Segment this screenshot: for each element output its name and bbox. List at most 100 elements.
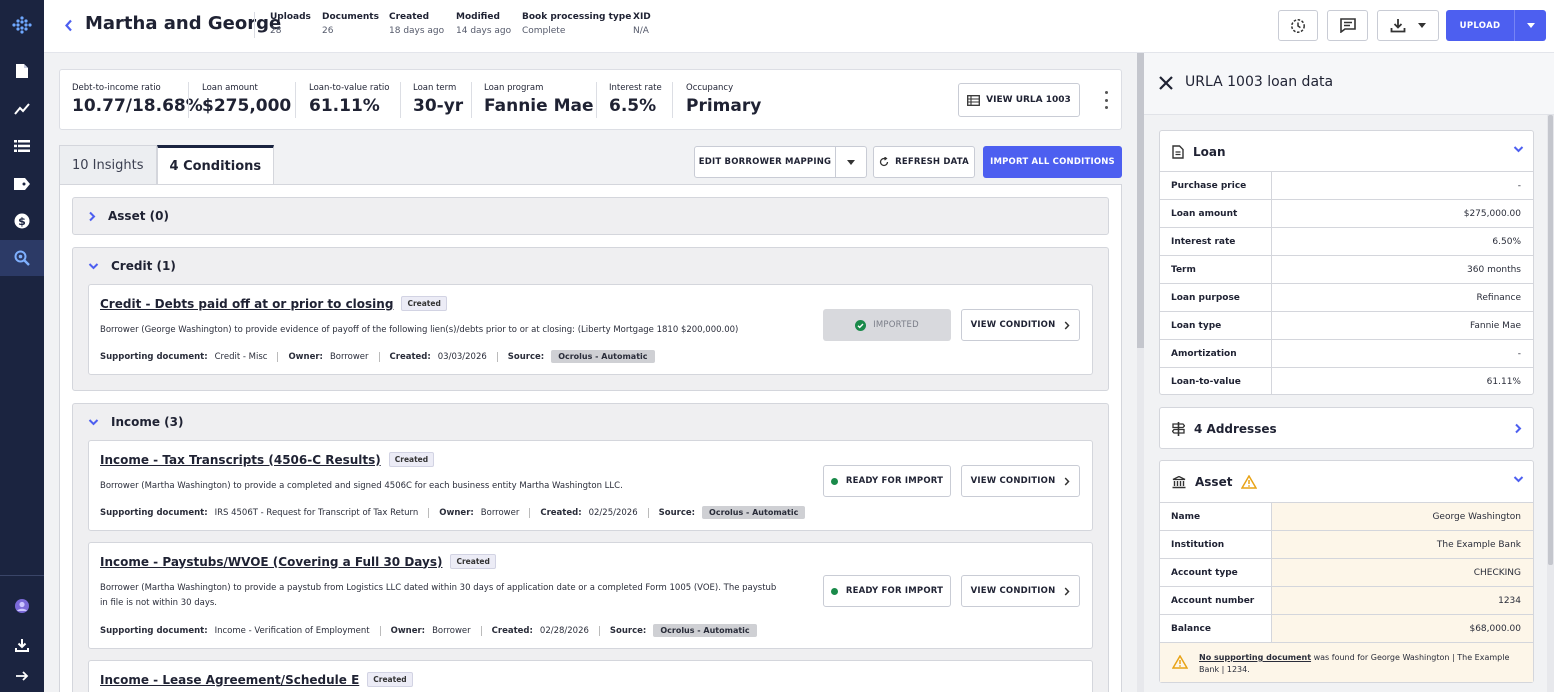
history-button[interactable] bbox=[1278, 10, 1318, 41]
refresh-data-button[interactable]: REFRESH DATA bbox=[873, 146, 975, 178]
urla-panel-scrollbar[interactable] bbox=[1547, 115, 1554, 692]
row-label: Term bbox=[1160, 256, 1272, 283]
condition-title-link[interactable]: Income - Lease Agreement/Schedule E bbox=[100, 673, 359, 687]
clock-icon bbox=[1291, 18, 1305, 33]
condition-title-link[interactable]: Income - Tax Transcripts (4506-C Results… bbox=[100, 453, 381, 467]
row-label: Balance bbox=[1160, 615, 1272, 642]
status-badge: Created bbox=[367, 672, 413, 687]
asset-row: Name George Washington bbox=[1160, 502, 1533, 530]
edit-mapping-dropdown-button[interactable] bbox=[835, 146, 867, 178]
meta-value: 26 bbox=[322, 26, 334, 36]
owner-label: Owner: bbox=[390, 625, 426, 636]
meta-value: N/A bbox=[633, 26, 649, 36]
loan-row: Loan purpose Refinance bbox=[1160, 283, 1533, 311]
meta-divider bbox=[378, 351, 380, 362]
meta-xid: XID N/A bbox=[633, 12, 651, 36]
metric-ltv: Loan-to-value ratio 61.11% bbox=[309, 83, 390, 116]
addresses-section[interactable]: 4 Addresses bbox=[1159, 407, 1534, 449]
supporting-doc-value: Income - Verification of Employment bbox=[214, 625, 370, 636]
view-condition-button[interactable]: VIEW CONDITION bbox=[961, 465, 1080, 497]
supporting-doc-label: Supporting document: bbox=[100, 351, 208, 362]
loan-section-header[interactable]: Loan bbox=[1160, 131, 1533, 173]
tag-icon[interactable] bbox=[0, 166, 44, 202]
check-circle-icon bbox=[855, 319, 867, 331]
meta-value: Complete bbox=[522, 26, 566, 36]
row-label: Purchase price bbox=[1160, 172, 1272, 199]
upload-button-group: UPLOAD bbox=[1446, 10, 1546, 41]
edit-borrower-mapping-button[interactable]: EDIT BORROWER MAPPING bbox=[694, 146, 836, 178]
view-condition-label: VIEW CONDITION bbox=[970, 476, 1056, 486]
ready-for-import-button[interactable]: READY FOR IMPORT bbox=[823, 575, 951, 607]
metric-value: 10.77/18.68% bbox=[72, 96, 203, 116]
view-condition-button[interactable]: VIEW CONDITION bbox=[961, 309, 1080, 341]
meta-label: Uploads bbox=[270, 12, 311, 22]
more-options-icon[interactable] bbox=[1101, 91, 1111, 109]
created-value: 02/25/2026 bbox=[588, 507, 638, 518]
urla-panel-header: URLA 1003 loan data bbox=[1144, 53, 1554, 115]
status-label: READY FOR IMPORT bbox=[845, 586, 944, 596]
close-icon[interactable] bbox=[1158, 75, 1174, 91]
metric-divider bbox=[400, 82, 401, 118]
row-label: Account number bbox=[1160, 587, 1272, 614]
asset-section: Asset Name George Washington Institution T… bbox=[1159, 460, 1534, 683]
view-condition-button[interactable]: VIEW CONDITION bbox=[961, 575, 1080, 607]
created-label: Created: bbox=[389, 351, 431, 362]
group-label: Asset (0) bbox=[108, 209, 169, 223]
upload-button[interactable]: UPLOAD bbox=[1446, 10, 1514, 41]
main-content: Debt-to-income ratio 10.77/18.68% Loan am… bbox=[44, 53, 1137, 692]
caret-down-icon bbox=[1418, 23, 1426, 28]
chart-line-icon[interactable] bbox=[0, 91, 44, 127]
group-header[interactable]: Asset (0) bbox=[73, 198, 169, 234]
meta-label: Created bbox=[389, 12, 430, 22]
refresh-data-label: REFRESH DATA bbox=[895, 157, 969, 167]
asset-section-header[interactable]: Asset bbox=[1160, 461, 1533, 503]
download-menu-button[interactable] bbox=[1377, 10, 1439, 41]
metric-label: Debt-to-income ratio bbox=[72, 83, 161, 93]
asset-warning: No supporting document was found for Geo… bbox=[1160, 642, 1533, 682]
search-icon[interactable] bbox=[0, 240, 44, 276]
meta-label: Book processing type bbox=[522, 12, 632, 22]
loan-row: Loan amount $275,000.00 bbox=[1160, 199, 1533, 227]
condition-title-link[interactable]: Income - Paystubs/WVOE (Covering a Full … bbox=[100, 555, 442, 569]
user-icon[interactable] bbox=[0, 588, 44, 624]
condition-title-link[interactable]: Credit - Debts paid off at or prior to c… bbox=[100, 297, 393, 311]
addresses-section-header[interactable]: 4 Addresses bbox=[1160, 408, 1533, 450]
signpost-icon bbox=[1172, 422, 1185, 436]
created-value: 02/28/2026 bbox=[539, 625, 589, 636]
condition-title-row: Credit - Debts paid off at or prior to c… bbox=[100, 296, 447, 311]
ready-for-import-button[interactable]: READY FOR IMPORT bbox=[823, 465, 951, 497]
chevron-right-icon bbox=[1515, 423, 1522, 434]
metric-divider bbox=[672, 82, 673, 118]
row-value: 61.11% bbox=[1486, 376, 1521, 387]
meta-label: Documents bbox=[322, 12, 379, 22]
asset-row: Account number 1234 bbox=[1160, 586, 1533, 614]
row-value: - bbox=[1517, 180, 1521, 191]
dollar-icon[interactable]: $ bbox=[0, 203, 44, 239]
import-all-conditions-button[interactable]: IMPORT ALL CONDITIONS bbox=[983, 146, 1122, 178]
group-header[interactable]: Credit (1) bbox=[73, 248, 176, 284]
upload-dropdown-button[interactable] bbox=[1514, 10, 1546, 41]
asset-section-label: Asset bbox=[1195, 475, 1233, 489]
supporting-doc-value: IRS 4506T - Request for Transcript of Ta… bbox=[214, 507, 419, 518]
meta-value: 18 days ago bbox=[389, 26, 445, 36]
main-scrollbar[interactable] bbox=[1137, 53, 1144, 692]
row-value: 360 months bbox=[1467, 264, 1521, 275]
list-icon[interactable] bbox=[0, 128, 44, 164]
document-icon[interactable] bbox=[0, 53, 44, 89]
meta-value: 28 bbox=[270, 26, 282, 36]
meta-uploads: Uploads 28 bbox=[270, 12, 311, 36]
group-header[interactable]: Income (3) bbox=[73, 404, 184, 440]
meta-documents: Documents 26 bbox=[322, 12, 379, 36]
status-label: IMPORTED bbox=[873, 320, 919, 330]
chevron-right-icon bbox=[1065, 476, 1070, 486]
arrow-right-icon[interactable] bbox=[0, 658, 44, 694]
view-urla-button[interactable]: VIEW URLA 1003 bbox=[958, 83, 1080, 117]
back-button[interactable] bbox=[60, 16, 76, 34]
tab-conditions[interactable]: 4 Conditions bbox=[156, 145, 275, 184]
group-asset[interactable]: Asset (0) bbox=[72, 197, 1109, 235]
logo-icon[interactable] bbox=[7, 10, 37, 40]
tab-insights[interactable]: 10 Insights bbox=[59, 145, 157, 184]
supporting-doc-label: Supporting document: bbox=[100, 625, 208, 636]
no-supporting-document-link[interactable]: No supporting document bbox=[1199, 653, 1311, 662]
comments-button[interactable] bbox=[1327, 10, 1368, 41]
